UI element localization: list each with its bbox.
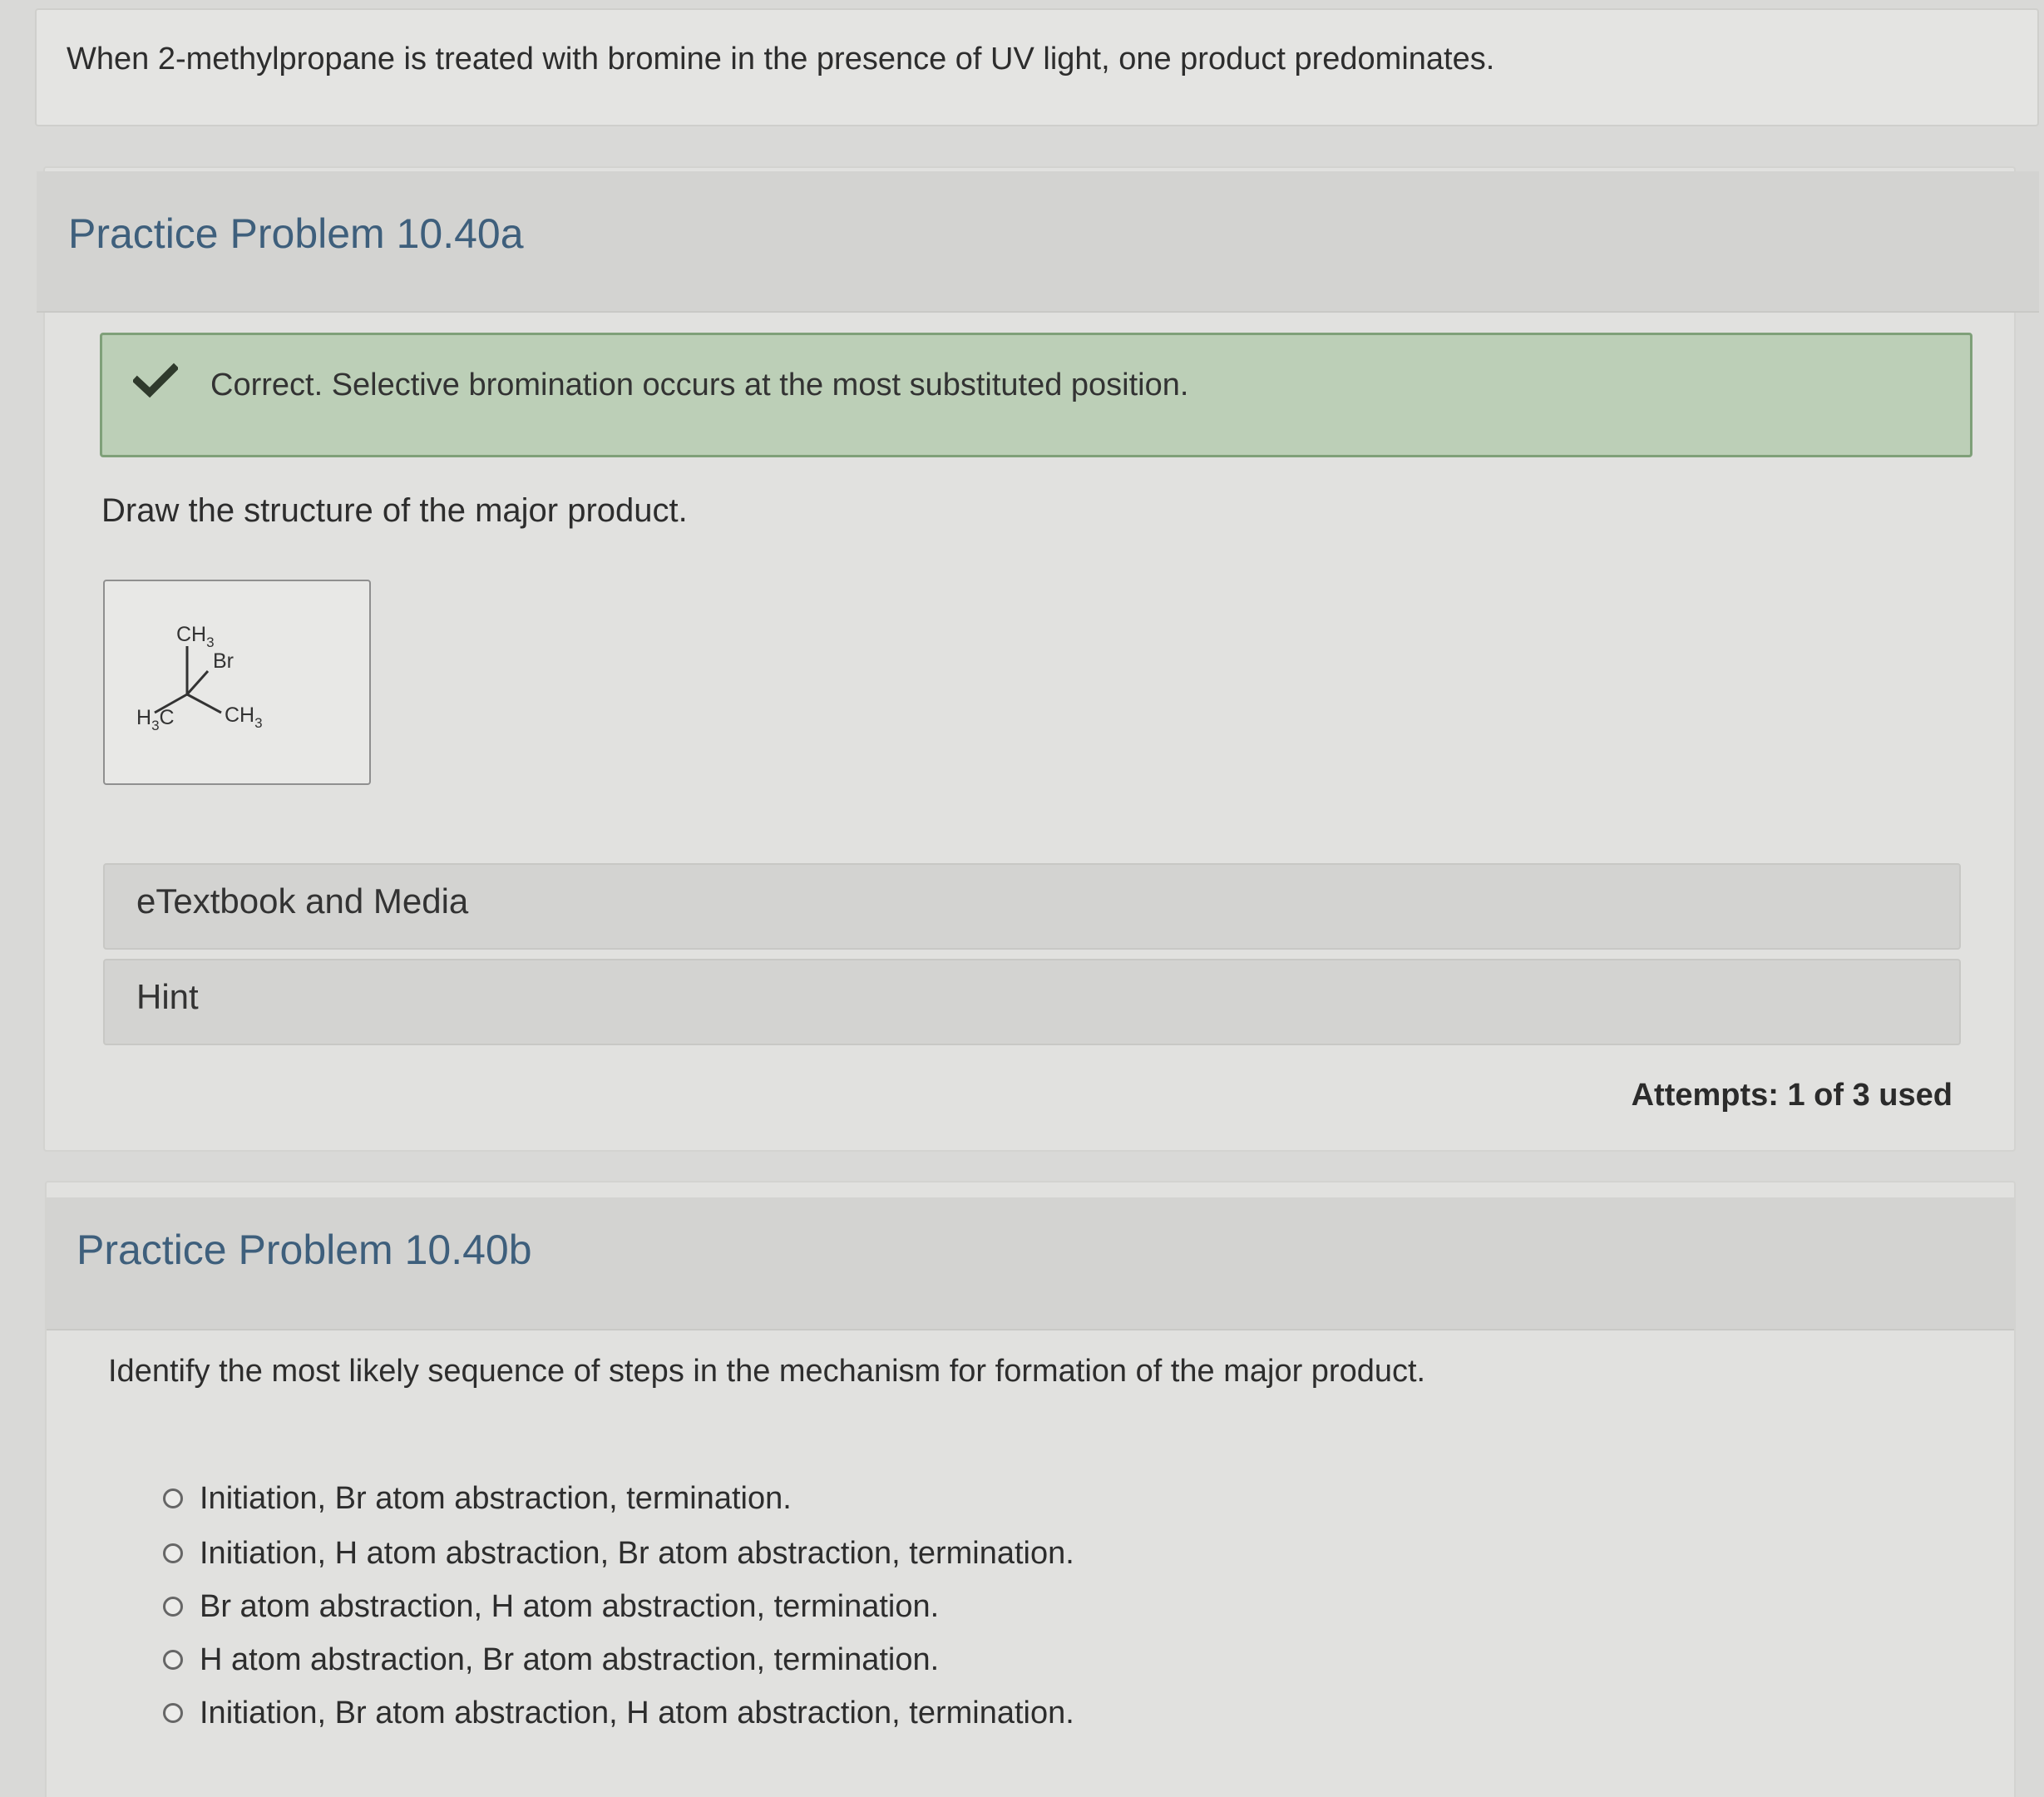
answer-option[interactable]: Br atom abstraction, H atom abstraction,… xyxy=(163,1585,939,1628)
radio-icon[interactable] xyxy=(163,1488,183,1508)
problem-b-title: Practice Problem 10.40b xyxy=(77,1227,532,1273)
label-top-group: CH3 xyxy=(176,623,215,650)
etextbook-media-label: eTextbook and Media xyxy=(136,881,469,921)
answer-option-label: Initiation, H atom abstraction, Br atom … xyxy=(200,1535,1074,1571)
problem-a-prompt: Draw the structure of the major product. xyxy=(101,492,688,529)
radio-icon[interactable] xyxy=(163,1703,183,1723)
problem-a-title: Practice Problem 10.40a xyxy=(68,210,524,257)
problem-b-prompt: Identify the most likely sequence of ste… xyxy=(108,1354,1426,1389)
hint-accordion[interactable] xyxy=(103,959,1961,1045)
label-left-group: H3C xyxy=(136,706,175,733)
answer-option[interactable]: Initiation, H atom abstraction, Br atom … xyxy=(163,1532,1074,1575)
answer-option-label: Initiation, Br atom abstraction, H atom … xyxy=(200,1695,1074,1730)
radio-icon[interactable] xyxy=(163,1543,183,1563)
answer-option[interactable]: H atom abstraction, Br atom abstraction,… xyxy=(163,1638,939,1681)
answer-option-label: H atom abstraction, Br atom abstraction,… xyxy=(200,1641,940,1677)
radio-icon[interactable] xyxy=(163,1650,183,1670)
molecule-drawing[interactable]: CH3 Br H3C CH3 xyxy=(103,580,371,785)
bond-right xyxy=(186,693,222,714)
intro-text: When 2-methylpropane is treated with bro… xyxy=(67,42,1495,77)
feedback-text: Correct. Selective bromination occurs at… xyxy=(210,368,1189,402)
radio-icon[interactable] xyxy=(163,1597,183,1617)
label-right-group: CH3 xyxy=(225,703,263,731)
answer-option[interactable]: Initiation, Br atom abstraction, termina… xyxy=(163,1477,792,1520)
check-icon xyxy=(131,363,180,399)
attempts-counter: Attempts: 1 of 3 used xyxy=(1631,1078,1953,1113)
hint-label: Hint xyxy=(136,977,199,1016)
answer-option-label: Br atom abstraction, H atom abstraction,… xyxy=(200,1588,940,1624)
bond-br xyxy=(185,670,210,695)
answer-option[interactable]: Initiation, Br atom abstraction, H atom … xyxy=(163,1691,1074,1735)
answer-option-label: Initiation, Br atom abstraction, termina… xyxy=(200,1480,792,1516)
label-br: Br xyxy=(213,649,234,673)
